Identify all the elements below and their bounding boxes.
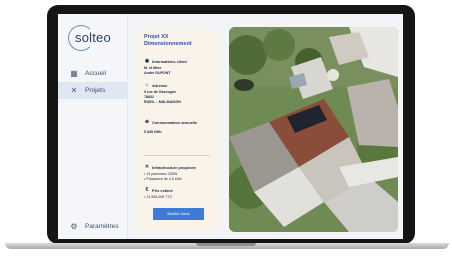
project-title: Projet XX Dimensionnement <box>144 34 192 48</box>
address-line3: RUEIL – MALMAISON <box>144 100 181 104</box>
infrastructure-item: • Puissance de 4,5 kWc <box>144 177 182 181</box>
sidebar-item-label: Accueil <box>85 70 106 77</box>
price-section: € Prix estimé • 13 955,00€ TTC <box>144 187 173 200</box>
sidebar-item-projets[interactable]: ✕ Projets <box>58 82 127 99</box>
consumption-heading: Consommation annuelle <box>152 119 198 125</box>
price-item: • 13 955,00€ TTC <box>144 195 173 199</box>
consumption-section: ⊕ Consommation annuelle 5 845 kWh <box>144 119 197 135</box>
project-card: Projet XX Dimensionnement ◉ Informations … <box>137 29 219 232</box>
client-section: ◉ Informations client M. et Mme André DUP… <box>144 58 187 76</box>
infrastructure-heading: Infrastructure proposée <box>152 164 196 170</box>
aerial-house-photo <box>229 27 398 232</box>
brand-name: solteo <box>75 30 111 45</box>
infrastructure-section: ✕ Infrastructure proposée • 13 panneaux 3… <box>144 164 196 182</box>
home-icon: ⌂ <box>145 82 149 88</box>
tools-icon: ✕ <box>144 164 150 170</box>
project-title-line2: Dimensionnement <box>144 41 192 47</box>
project-title-line1: Projet XX <box>144 34 169 40</box>
brand-logo[interactable]: solteo <box>68 23 118 55</box>
edit-quote-button[interactable]: Modifier Devis <box>153 208 204 220</box>
sidebar-item-label: Paramètres <box>85 223 119 230</box>
address-section: ⌂ Adresse 9 rue de Gascogne 78832 RUEIL –… <box>144 82 181 105</box>
sidebar: solteo ▦ Accueil ✕ Projets ⚙ Paramètres <box>58 14 128 239</box>
tools-icon: ✕ <box>70 85 78 95</box>
plug-icon: ⊕ <box>144 119 150 125</box>
app-screen: solteo ▦ Accueil ✕ Projets ⚙ Paramètres … <box>58 14 403 239</box>
dashboard-icon: ▦ <box>70 68 78 78</box>
sidebar-item-parametres[interactable]: ⚙ Paramètres <box>58 218 127 235</box>
euro-icon: € <box>145 187 149 193</box>
sidebar-item-accueil[interactable]: ▦ Accueil <box>58 65 127 82</box>
client-heading: Informations client <box>152 58 187 64</box>
client-line2: André DUPONT <box>144 71 171 75</box>
address-heading: Adresse <box>152 82 168 88</box>
section-divider <box>144 155 210 156</box>
user-icon: ◉ <box>144 58 150 64</box>
gear-icon: ⚙ <box>70 221 78 231</box>
price-heading: Prix estimé <box>152 187 173 193</box>
sidebar-item-label: Projets <box>85 87 106 94</box>
consumption-value: 5 845 kWh <box>144 130 162 134</box>
laptop-notch <box>196 243 256 246</box>
